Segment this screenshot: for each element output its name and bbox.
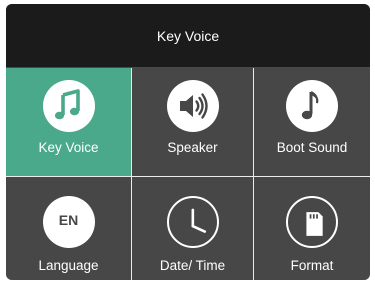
speaker-icon [166,80,219,132]
tile-key-voice[interactable]: Key Voice [6,68,131,176]
tile-format[interactable]: Format [254,177,370,280]
music-note-icon [42,80,95,132]
tile-speaker[interactable]: Speaker [132,68,253,176]
tile-boot-sound[interactable]: Boot Sound [254,68,370,176]
language-en-icon: EN [42,196,95,248]
tile-language[interactable]: EN Language [6,177,131,280]
tile-label: Key Voice [38,140,99,155]
screen-header: Key Voice [6,4,370,67]
tile-date-time[interactable]: Date/ Time [132,177,253,280]
settings-grid: Key Voice Speaker Boot Sound EN Language… [6,68,370,280]
tile-label: Boot Sound [276,140,348,155]
device-screen: Key Voice Key Voice Speaker Boot Sound E… [6,4,370,280]
language-icon-text: EN [58,212,79,228]
tile-label: Format [290,258,334,273]
tile-label: Speaker [167,140,218,155]
tile-label: Date/ Time [159,258,226,273]
sd-card-icon [286,196,338,248]
tile-label: Language [38,258,99,273]
clock-icon [166,196,219,248]
page-title: Key Voice [156,27,220,44]
single-note-icon [286,80,338,132]
